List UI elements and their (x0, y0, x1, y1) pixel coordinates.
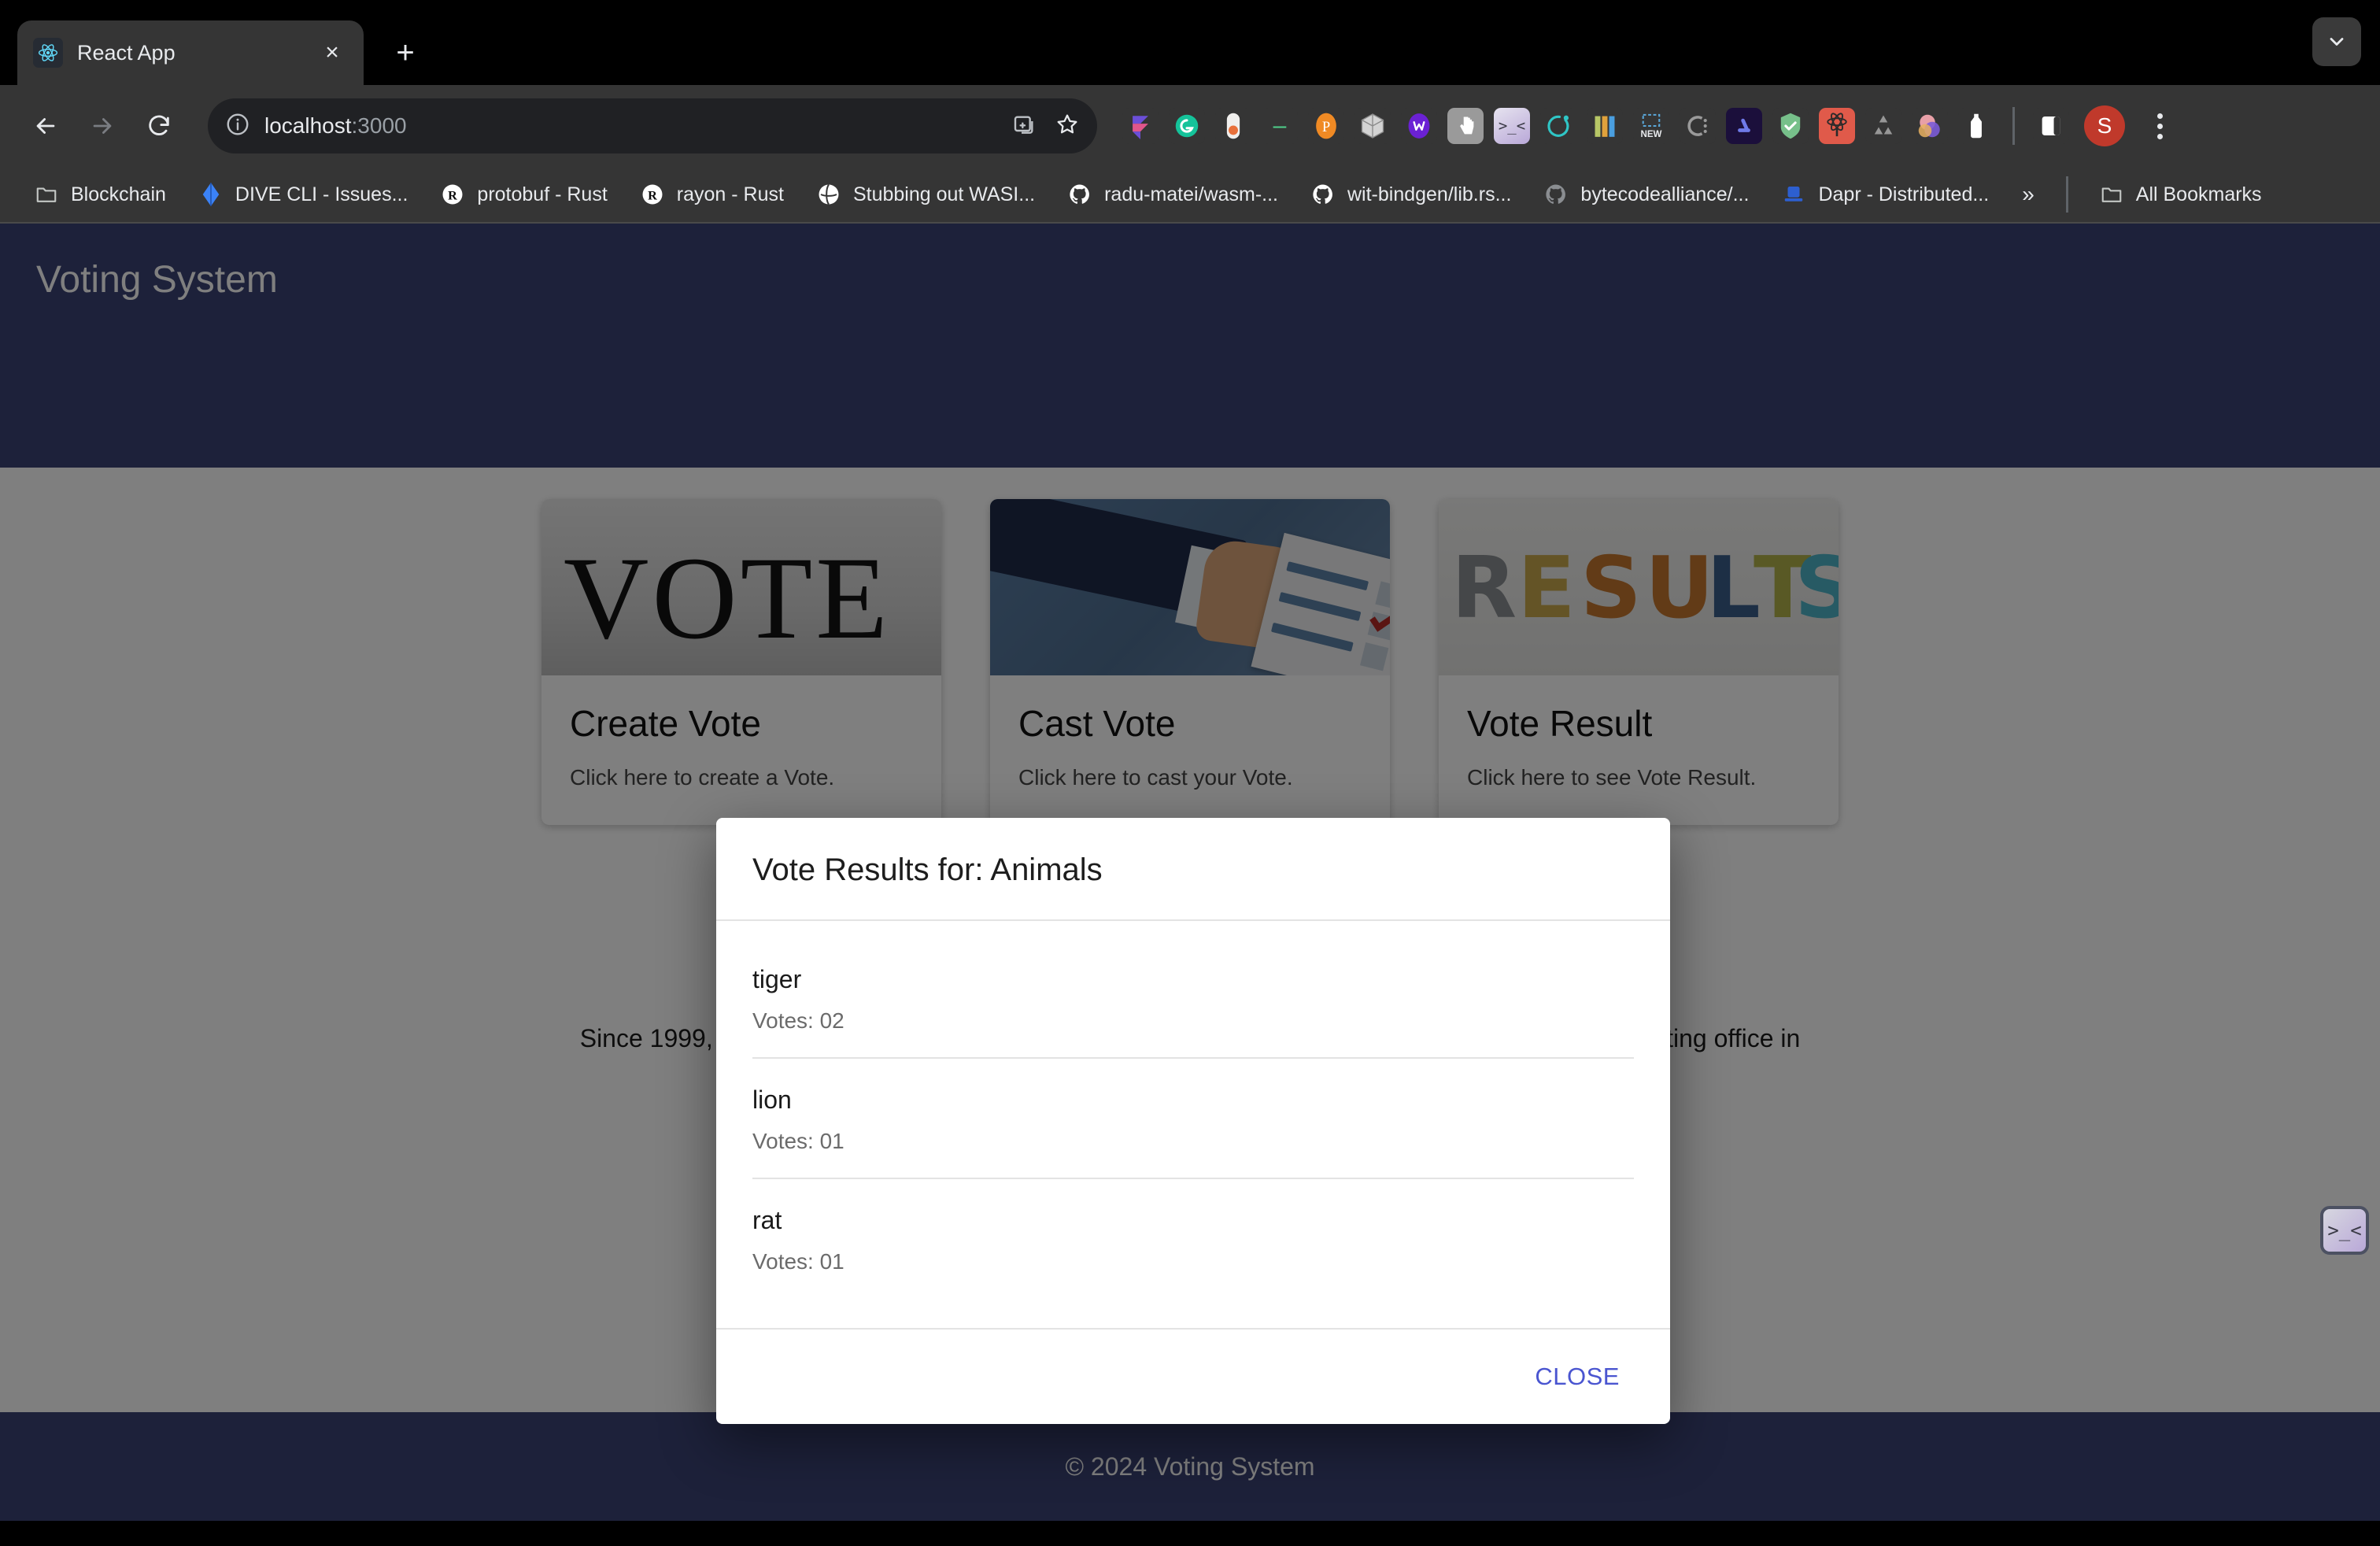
dialog-header: Vote Results for: Animals (716, 818, 1670, 921)
page-viewport: Voting System Welcome to the Voting Plat… (0, 224, 2380, 1521)
close-icon[interactable]: × (316, 37, 348, 68)
framer-extension-icon[interactable] (1122, 108, 1159, 144)
bookmark-label: Dapr - Distributed... (1818, 183, 1989, 206)
url-host: localhost (264, 113, 352, 138)
dash-extension-icon[interactable]: – (1262, 108, 1298, 144)
result-row: lion Votes: 01 (752, 1059, 1634, 1179)
bookmark-label: wit-bindgen/lib.rs... (1347, 183, 1511, 206)
shield-check-extension-icon[interactable] (1772, 108, 1809, 144)
orbit-extension-icon[interactable] (1540, 108, 1576, 144)
toolbar-divider (2012, 107, 2015, 145)
result-vote-count: Votes: 01 (752, 1249, 1634, 1274)
rust-docs-icon: R (639, 181, 666, 208)
github-icon (1310, 181, 1336, 208)
svg-text:NEW: NEW (1641, 130, 1662, 139)
blue-a-extension-icon[interactable] (1726, 108, 1762, 144)
tab-strip: React App × + (0, 0, 2380, 85)
extensions-row: – P >_< NEW S (1122, 105, 2179, 146)
result-row: tiger Votes: 02 (752, 938, 1634, 1059)
bookmark-label: rayon - Rust (677, 183, 784, 206)
react-icon (33, 38, 63, 68)
dialog-footer: CLOSE (716, 1328, 1670, 1424)
wappalyzer-extension-icon[interactable] (1401, 108, 1437, 144)
result-option-name: lion (752, 1086, 1634, 1115)
result-row: rat Votes: 01 (752, 1179, 1634, 1298)
sidepanel-extension-icon[interactable] (2033, 108, 2069, 144)
new-badge-extension-icon[interactable]: NEW (1633, 108, 1669, 144)
bookshelf-extension-icon[interactable] (1587, 108, 1623, 144)
url-port: :3000 (352, 113, 407, 138)
close-button[interactable]: CLOSE (1517, 1348, 1637, 1405)
vote-results-dialog: Vote Results for: Animals tiger Votes: 0… (716, 818, 1670, 1424)
react-devtools-extension-icon[interactable] (1819, 108, 1855, 144)
avatar[interactable]: S (2084, 105, 2125, 146)
github-icon (1066, 181, 1093, 208)
new-tab-button[interactable]: + (381, 28, 430, 77)
bookmark-label: bytecodealliance/... (1580, 183, 1749, 206)
result-vote-count: Votes: 02 (752, 1008, 1634, 1034)
dialog-body: tiger Votes: 02 lion Votes: 01 rat Votes… (716, 921, 1670, 1328)
dapr-icon (1780, 181, 1807, 208)
bookmark-label: protobuf - Rust (477, 183, 607, 206)
bookmarks-overflow-button[interactable]: » (2008, 182, 2049, 207)
bookmark-item[interactable]: radu-matei/wasm-... (1054, 172, 1291, 216)
star-icon[interactable] (1055, 112, 1080, 141)
pill-extension-icon[interactable] (1215, 108, 1251, 144)
bookmark-item[interactable]: wit-bindgen/lib.rs... (1297, 172, 1524, 216)
folder-icon (33, 181, 60, 208)
bookmark-item[interactable]: bytecodealliance/... (1530, 172, 1761, 216)
svg-text:P: P (1322, 119, 1330, 135)
bookmark-item[interactable]: R rayon - Rust (626, 172, 796, 216)
bookmark-label: Blockchain (71, 183, 166, 206)
github-icon (1543, 181, 1569, 208)
rust-docs-icon: R (439, 181, 466, 208)
all-bookmarks-button[interactable]: All Bookmarks (2086, 172, 2275, 216)
chevron-down-icon[interactable] (2312, 17, 2361, 66)
dialog-title: Vote Results for: Animals (752, 853, 1634, 888)
terminal-face-widget[interactable]: >_< (2320, 1206, 2369, 1255)
all-bookmarks-label: All Bookmarks (2136, 183, 2262, 206)
bookmark-label: radu-matei/wasm-... (1104, 183, 1278, 206)
reload-icon[interactable] (134, 101, 184, 151)
bookmark-item[interactable]: R protobuf - Rust (427, 172, 619, 216)
back-icon[interactable] (20, 101, 71, 151)
bookmarks-bar: Blockchain DIVE CLI - Issues... R protob… (0, 167, 2380, 224)
recycle-extension-icon[interactable] (1865, 108, 1901, 144)
hand-cursor-extension-icon[interactable] (1447, 108, 1484, 144)
folder-icon (2098, 181, 2125, 208)
bookmark-item[interactable]: DIVE CLI - Issues... (185, 172, 421, 216)
forward-icon[interactable] (77, 101, 128, 151)
bookmarks-divider (2066, 176, 2068, 213)
info-circle-icon[interactable] (225, 112, 250, 141)
svg-text:R: R (648, 188, 657, 202)
grammarly-extension-icon[interactable] (1169, 108, 1205, 144)
bookmark-label: DIVE CLI - Issues... (235, 183, 408, 206)
url-text: localhost:3000 (264, 113, 407, 139)
cube-extension-icon[interactable] (1354, 108, 1391, 144)
result-option-name: rat (752, 1206, 1634, 1235)
kebab-menu-icon[interactable] (2140, 113, 2179, 139)
bottle-extension-icon[interactable] (1958, 108, 1994, 144)
c-extension-icon[interactable] (1680, 108, 1716, 144)
address-bar[interactable]: localhost:3000 (208, 98, 1097, 153)
color-blob-extension-icon[interactable] (1912, 108, 1948, 144)
result-option-name: tiger (752, 965, 1634, 994)
diamond-icon (198, 181, 224, 208)
bookmark-label: Stubbing out WASI... (853, 183, 1035, 206)
svg-text:R: R (449, 188, 458, 202)
browser-tab[interactable]: React App × (17, 20, 364, 85)
terminal-face-extension-icon[interactable]: >_< (1494, 108, 1530, 144)
bookmark-item[interactable]: Dapr - Distributed... (1768, 172, 2001, 216)
result-vote-count: Votes: 01 (752, 1129, 1634, 1154)
globe-icon (815, 181, 842, 208)
bookmark-item[interactable]: Blockchain (20, 172, 179, 216)
browser-window: React App × + localhost:3000 (0, 0, 2380, 1546)
tab-title: React App (77, 41, 316, 65)
phantom-wallet-extension-icon[interactable]: P (1308, 108, 1344, 144)
browser-toolbar: localhost:3000 – P >_< NEW (0, 85, 2380, 167)
bookmark-item[interactable]: Stubbing out WASI... (803, 172, 1048, 216)
install-app-icon[interactable] (1012, 112, 1037, 141)
